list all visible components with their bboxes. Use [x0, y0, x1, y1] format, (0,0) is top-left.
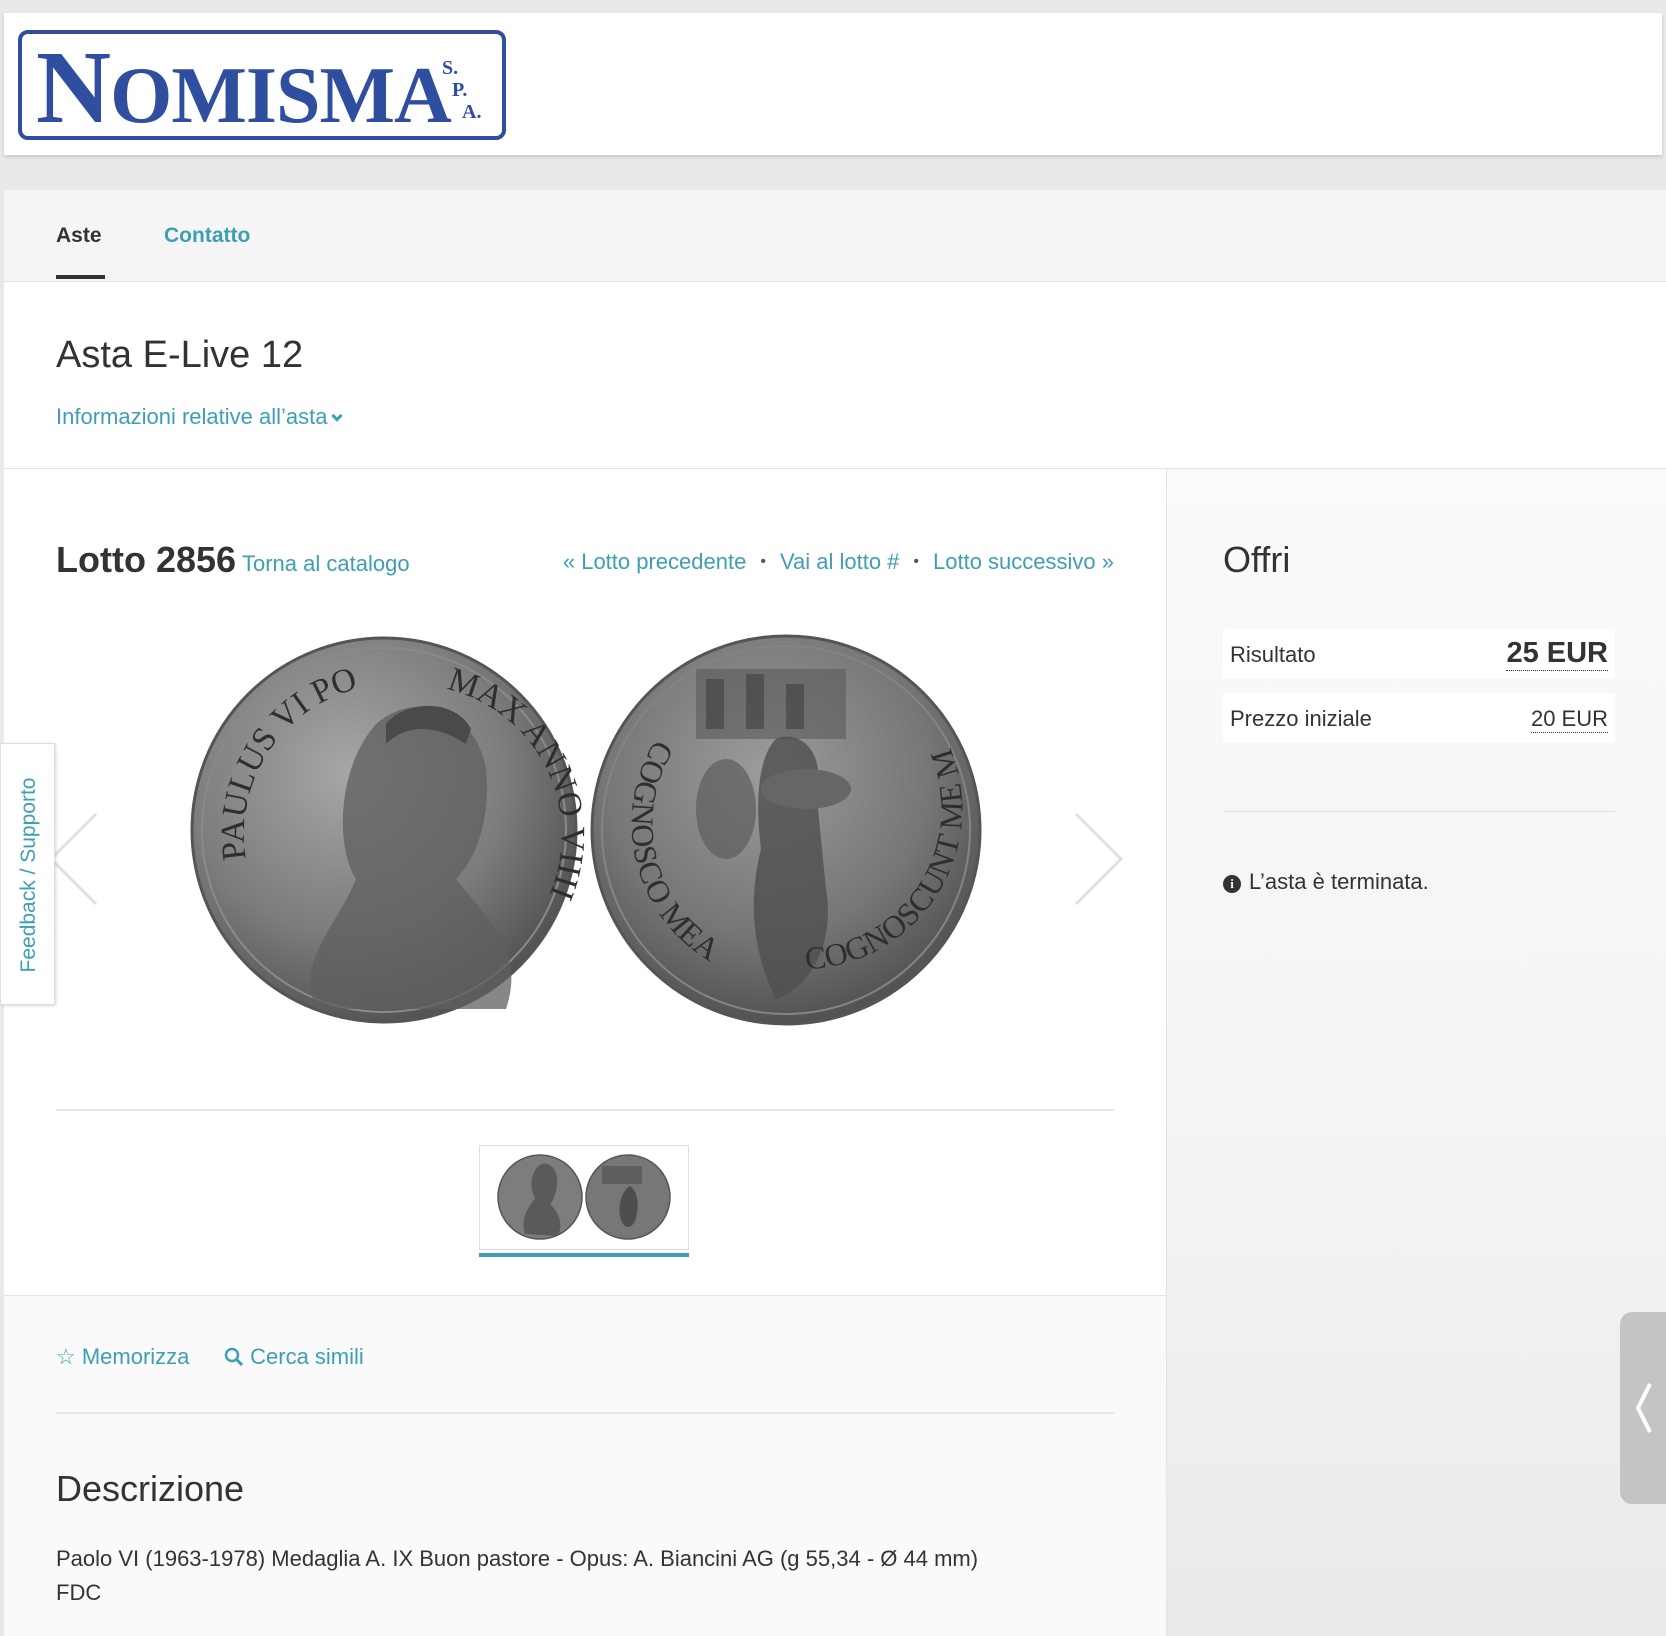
auction-title: Asta E-Live 12: [56, 334, 304, 376]
memorizza-button[interactable]: ☆ Memorizza: [56, 1344, 189, 1370]
coin-thumbnail[interactable]: [479, 1145, 689, 1250]
separator: •: [760, 553, 766, 570]
result-row: Risultato 25 EUR: [1223, 629, 1615, 679]
lot-navigation: « Lotto precedente • Vai al lotto # • Lotto …: [563, 549, 1114, 575]
auction-info-toggle[interactable]: Informazioni relative all’asta: [56, 404, 344, 430]
goto-lot-link[interactable]: Vai al lotto #: [780, 549, 899, 574]
chevron-left-icon: [1635, 1383, 1652, 1433]
nav-tab-contatto[interactable]: Contatto: [164, 224, 250, 248]
lot-column: Lotto 2856 Torna al catalogo « Lotto pre…: [4, 468, 1166, 1636]
search-icon: [224, 1347, 244, 1367]
description-title: Descrizione: [56, 1468, 245, 1509]
divider: [56, 1109, 1114, 1111]
result-value[interactable]: 25 EUR: [1506, 637, 1608, 671]
memorizza-label: Memorizza: [81, 1344, 190, 1369]
previous-lot-link[interactable]: « Lotto precedente: [563, 549, 746, 574]
next-lot-link[interactable]: Lotto successivo »: [933, 549, 1114, 574]
description-line: Paolo VI (1963-1978) Medaglia A. IX Buon…: [56, 1546, 979, 1571]
divider: [1223, 811, 1615, 812]
info-icon: i: [1223, 875, 1241, 893]
chevron-down-icon: [331, 410, 344, 422]
logo-text: NOMISMA: [36, 30, 452, 145]
starting-price-value[interactable]: 20 EUR: [1530, 706, 1608, 733]
bid-panel-title: Offri: [1223, 539, 1291, 580]
auction-ended-notice: i L’asta è terminata.: [1223, 869, 1429, 895]
starting-price-label: Prezzo iniziale: [1230, 706, 1372, 731]
auction-ended-text: L’asta è terminata.: [1249, 869, 1429, 894]
lot-details: ☆ Memorizza Cerca simili Descrizione Pao…: [4, 1295, 1166, 1636]
side-panel-handle[interactable]: [1620, 1312, 1666, 1504]
feedback-support-label: Feedback / Supporto: [17, 777, 40, 973]
feedback-support-tab[interactable]: Feedback / Supporto: [0, 743, 55, 1005]
star-icon: ☆: [56, 1344, 82, 1369]
site-header: NOMISMA S. P. A.: [4, 13, 1662, 155]
starting-price-row: Prezzo iniziale 20 EUR: [1223, 693, 1615, 743]
description-grade: FDC: [56, 1580, 102, 1605]
bid-panel: Offri Risultato 25 EUR Prezzo iniziale 2…: [1166, 468, 1666, 1636]
separator: •: [913, 553, 920, 570]
main-nav: Aste Contatto: [4, 190, 1666, 282]
nav-tab-aste[interactable]: Aste: [56, 224, 105, 279]
lot-image-carousel: PAULUS VI PONT MAX ANNO VIIII COGNOSCO M…: [48, 629, 1124, 1089]
lot-title: Lotto 2856: [56, 539, 237, 580]
carousel-next-arrow-icon[interactable]: [1066, 809, 1126, 909]
coin-image[interactable]: PAULUS VI PONT MAX ANNO VIIII COGNOSCO M…: [186, 629, 986, 1029]
main-panel: Aste Contatto Asta E-Live 12 Informazion…: [4, 190, 1666, 1636]
auction-info-label: Informazioni relative all’asta: [56, 404, 328, 429]
cerca-simili-button[interactable]: Cerca simili: [224, 1344, 364, 1370]
carousel-prev-arrow-icon[interactable]: [46, 809, 106, 909]
divider: [56, 1412, 1114, 1414]
description-text: Paolo VI (1963-1978) Medaglia A. IX Buon…: [56, 1542, 1114, 1610]
back-to-catalog-link[interactable]: Torna al catalogo: [242, 551, 410, 577]
thumbnail-active-indicator: [479, 1253, 689, 1257]
cerca-simili-label: Cerca simili: [250, 1344, 364, 1369]
nomisma-logo[interactable]: NOMISMA S. P. A.: [18, 30, 506, 140]
result-label: Risultato: [1230, 642, 1316, 667]
